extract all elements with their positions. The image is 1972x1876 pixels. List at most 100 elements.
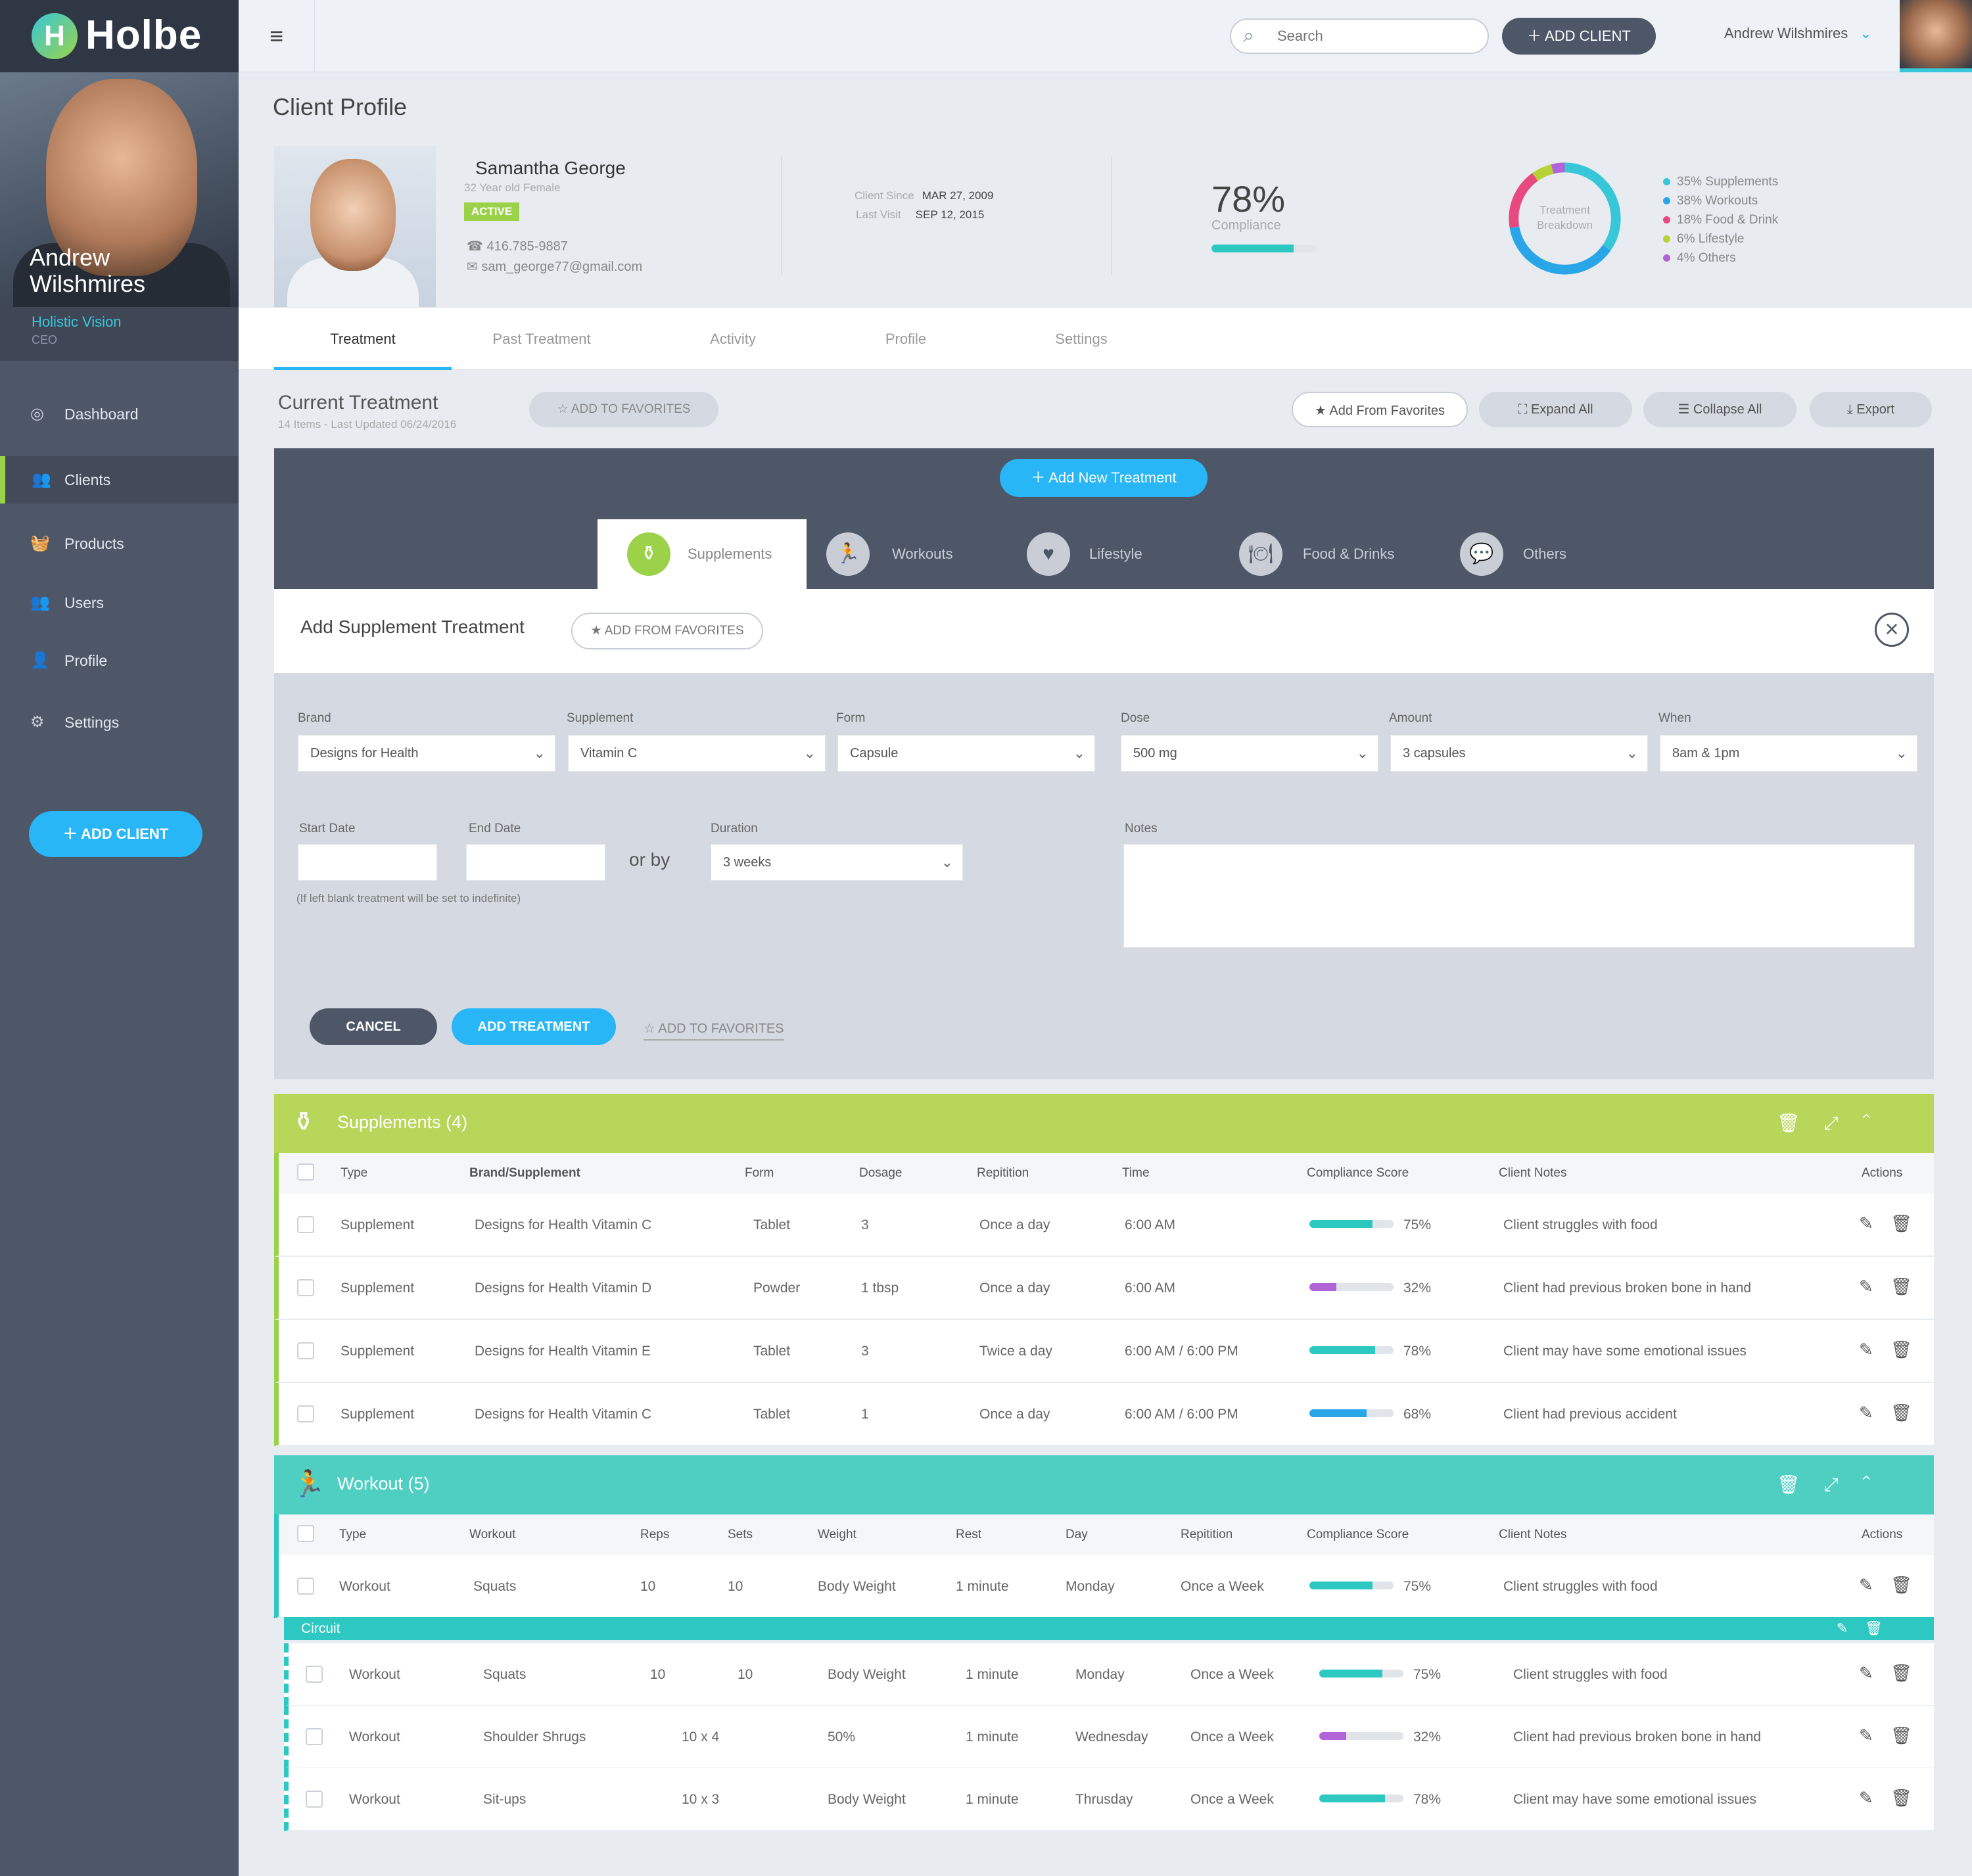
table-cell: 3	[861, 1217, 869, 1232]
row-checkbox[interactable]	[306, 1666, 323, 1683]
compliance-score-bar	[1319, 1794, 1403, 1802]
client-email[interactable]: ✉ sam_george77@gmail.com	[467, 258, 642, 275]
table-row[interactable]: Workout Shoulder Shrugs 10 x 4 50% 1 minute W…	[284, 1706, 1934, 1769]
legend-item: 38% Workouts	[1663, 191, 1778, 210]
table-cell: Squats	[483, 1667, 527, 1682]
type-tab-food-drinks[interactable]: 🍽 Food & Drinks	[1201, 519, 1424, 589]
client-age: 32 Year old Female	[464, 181, 561, 194]
row-checkbox[interactable]	[297, 1216, 314, 1233]
start-date-input[interactable]	[298, 844, 437, 881]
table-row[interactable]: Workout Squats 10 10 Body Weight 1 minute Mond…	[274, 1555, 1934, 1618]
expand-icon[interactable]: ⤢	[1823, 1113, 1862, 1133]
amount-select[interactable]: 3 capsules ⌄	[1390, 735, 1648, 772]
add-new-treatment-button[interactable]: ＋ Add New Treatment	[1000, 459, 1208, 497]
supplement-label: Supplement	[567, 711, 634, 725]
form-add-to-favorites-link[interactable]: ☆ ADD TO FAVORITES	[644, 1020, 784, 1041]
type-tab-workouts[interactable]: 🏃 Workouts	[807, 519, 1004, 589]
edit-icon[interactable]: ✎	[1837, 1621, 1866, 1636]
chevron-up-icon[interactable]: ⌃	[1862, 1474, 1894, 1495]
row-checkbox[interactable]	[306, 1728, 323, 1745]
trash-icon[interactable]: 🗑	[1890, 1575, 1912, 1595]
row-checkbox[interactable]	[297, 1405, 314, 1422]
table-row[interactable]: Workout Sit-ups 10 x 3 Body Weight 1 minute T…	[284, 1768, 1934, 1831]
select-all-checkbox[interactable]	[297, 1525, 314, 1542]
trash-icon[interactable]: 🗑	[1890, 1340, 1912, 1360]
trash-icon[interactable]: 🗑	[1890, 1788, 1912, 1808]
form-select[interactable]: Capsule ⌄	[837, 735, 1095, 772]
sidebar-item-clients[interactable]: 👥 Clients	[0, 456, 239, 504]
tab-profile[interactable]: Profile	[817, 308, 995, 370]
close-icon[interactable]: ×	[1875, 613, 1909, 647]
trash-icon[interactable]: 🗑	[1777, 1474, 1824, 1495]
table-row[interactable]: Workout Squats 10 10 Body Weight 1 minute Mond…	[284, 1643, 1934, 1706]
edit-icon[interactable]: ✎	[1859, 1403, 1873, 1423]
trash-icon[interactable]: 🗑	[1890, 1403, 1912, 1423]
trash-icon[interactable]: 🗑	[1865, 1621, 1900, 1636]
chevron-up-icon[interactable]: ⌃	[1862, 1113, 1894, 1133]
type-tab-others[interactable]: 💬 Others	[1424, 519, 1622, 589]
edit-icon[interactable]: ✎	[1859, 1213, 1873, 1234]
sidebar-item-products[interactable]: 🧺 Products	[0, 520, 239, 567]
row-checkbox[interactable]	[297, 1578, 314, 1595]
select-all-checkbox[interactable]	[297, 1163, 314, 1181]
row-checkbox[interactable]	[306, 1791, 323, 1808]
user-menu[interactable]: Andrew Wilshmires ⌄	[1724, 25, 1872, 42]
tab-past-treatment[interactable]: Past Treatment	[453, 308, 630, 370]
type-tab-supplements[interactable]: ⚱ Supplements	[598, 519, 807, 589]
tab-settings[interactable]: Settings	[993, 308, 1170, 370]
export-button[interactable]: ⤓ Export	[1810, 392, 1932, 427]
brand-select[interactable]: Designs for Health ⌄	[298, 735, 555, 772]
edit-icon[interactable]: ✎	[1859, 1575, 1873, 1595]
workout-table-header: Type Workout Reps Sets Weight Rest Day R…	[274, 1514, 1934, 1555]
table-cell: Twice a day	[979, 1344, 1052, 1359]
dose-select[interactable]: 500 mg ⌄	[1121, 735, 1378, 772]
sidebar-item-profile[interactable]: 👤 Profile	[0, 637, 239, 684]
duration-select[interactable]: 3 weeks ⌄	[711, 844, 963, 881]
chevron-down-icon: ⌄	[941, 854, 953, 870]
tab-treatment[interactable]: Treatment	[274, 308, 452, 370]
form-add-from-favorites-button[interactable]: ★ ADD FROM FAVORITES	[571, 613, 763, 649]
hamburger-menu-icon[interactable]: ≡	[239, 0, 315, 72]
expand-all-button[interactable]: ⛶ Expand All	[1479, 392, 1632, 427]
add-client-button[interactable]: ＋ ADD CLIENT	[1502, 18, 1656, 55]
notes-textarea[interactable]	[1123, 844, 1915, 948]
supplements-title: Supplements (4)	[337, 1112, 468, 1132]
add-to-favorites-button[interactable]: ☆ ADD TO FAVORITES	[529, 392, 718, 427]
table-row[interactable]: Supplement Designs for Health Vitamin D Po…	[274, 1257, 1934, 1320]
type-tab-lifestyle[interactable]: ♥ Lifestyle	[1004, 519, 1201, 589]
edit-icon[interactable]: ✎	[1859, 1788, 1873, 1808]
avatar[interactable]	[1900, 0, 1972, 72]
table-row[interactable]: Supplement Designs for Health Vitamin C Ta…	[274, 1383, 1934, 1446]
logo[interactable]: H Holbe	[0, 0, 239, 72]
table-cell: Once a day	[979, 1217, 1050, 1232]
tab-activity[interactable]: Activity	[644, 308, 822, 370]
search-input[interactable]	[1277, 26, 1474, 46]
table-row[interactable]: Supplement Designs for Health Vitamin E Ta…	[274, 1320, 1934, 1383]
add-from-favorites-button[interactable]: ★ Add From Favorites	[1292, 392, 1468, 427]
edit-icon[interactable]: ✎	[1859, 1277, 1873, 1297]
edit-icon[interactable]: ✎	[1859, 1663, 1873, 1683]
add-treatment-button[interactable]: ADD TREATMENT	[452, 1008, 616, 1045]
when-select[interactable]: 8am & 1pm ⌄	[1660, 735, 1917, 772]
trash-icon[interactable]: 🗑	[1777, 1113, 1824, 1133]
trash-icon[interactable]: 🗑	[1890, 1277, 1912, 1297]
collapse-all-button[interactable]: ☰ Collapse All	[1643, 392, 1796, 427]
supplement-bottle-icon: ⚱	[293, 1108, 315, 1137]
row-checkbox[interactable]	[297, 1279, 314, 1296]
sidebar-add-client-button[interactable]: ＋ ADD CLIENT	[29, 811, 202, 857]
supplement-select[interactable]: Vitamin C ⌄	[568, 735, 826, 772]
edit-icon[interactable]: ✎	[1859, 1725, 1873, 1746]
edit-icon[interactable]: ✎	[1859, 1340, 1873, 1360]
cancel-button[interactable]: CANCEL	[310, 1008, 437, 1045]
trash-icon[interactable]: 🗑	[1890, 1663, 1912, 1683]
end-date-input[interactable]	[466, 844, 605, 881]
sidebar-item-users[interactable]: 👥 Users	[0, 579, 239, 626]
expand-icon[interactable]: ⤢	[1823, 1474, 1862, 1495]
sidebar-item-dashboard[interactable]: ◎ Dashboard	[0, 390, 239, 438]
table-row[interactable]: Supplement Designs for Health Vitamin C Ta…	[274, 1194, 1934, 1257]
trash-icon[interactable]: 🗑	[1890, 1725, 1912, 1746]
search-box[interactable]: ⌕	[1230, 18, 1489, 54]
sidebar-item-settings[interactable]: ⚙ Settings	[0, 699, 239, 746]
row-checkbox[interactable]	[297, 1342, 314, 1359]
trash-icon[interactable]: 🗑	[1890, 1213, 1912, 1234]
